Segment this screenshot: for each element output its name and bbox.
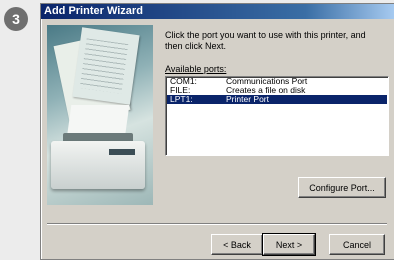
configure-port-button[interactable]: Configure Port...: [298, 177, 386, 198]
step-number-badge: 3: [4, 7, 28, 31]
port-description: Printer Port: [226, 94, 269, 104]
add-printer-wizard-window: Add Printer Wizard Click the port you wa…: [40, 3, 394, 260]
button-separator: [47, 223, 387, 225]
port-row-lpt1[interactable]: LPT1: Printer Port: [167, 95, 387, 104]
back-button[interactable]: < Back: [211, 234, 263, 255]
next-button[interactable]: Next >: [262, 233, 316, 256]
port-row-file[interactable]: FILE: Creates a file on disk: [167, 86, 387, 95]
ports-listbox[interactable]: COM1: Communications Port FILE: Creates …: [165, 76, 389, 156]
printer-illustration: [47, 25, 153, 205]
cancel-button[interactable]: Cancel: [329, 234, 385, 255]
available-ports-label: Available ports:: [165, 64, 227, 74]
port-name: LPT1:: [170, 94, 193, 104]
window-title: Add Printer Wizard: [41, 4, 394, 19]
wizard-instructions: Click the port you want to use with this…: [165, 30, 366, 51]
